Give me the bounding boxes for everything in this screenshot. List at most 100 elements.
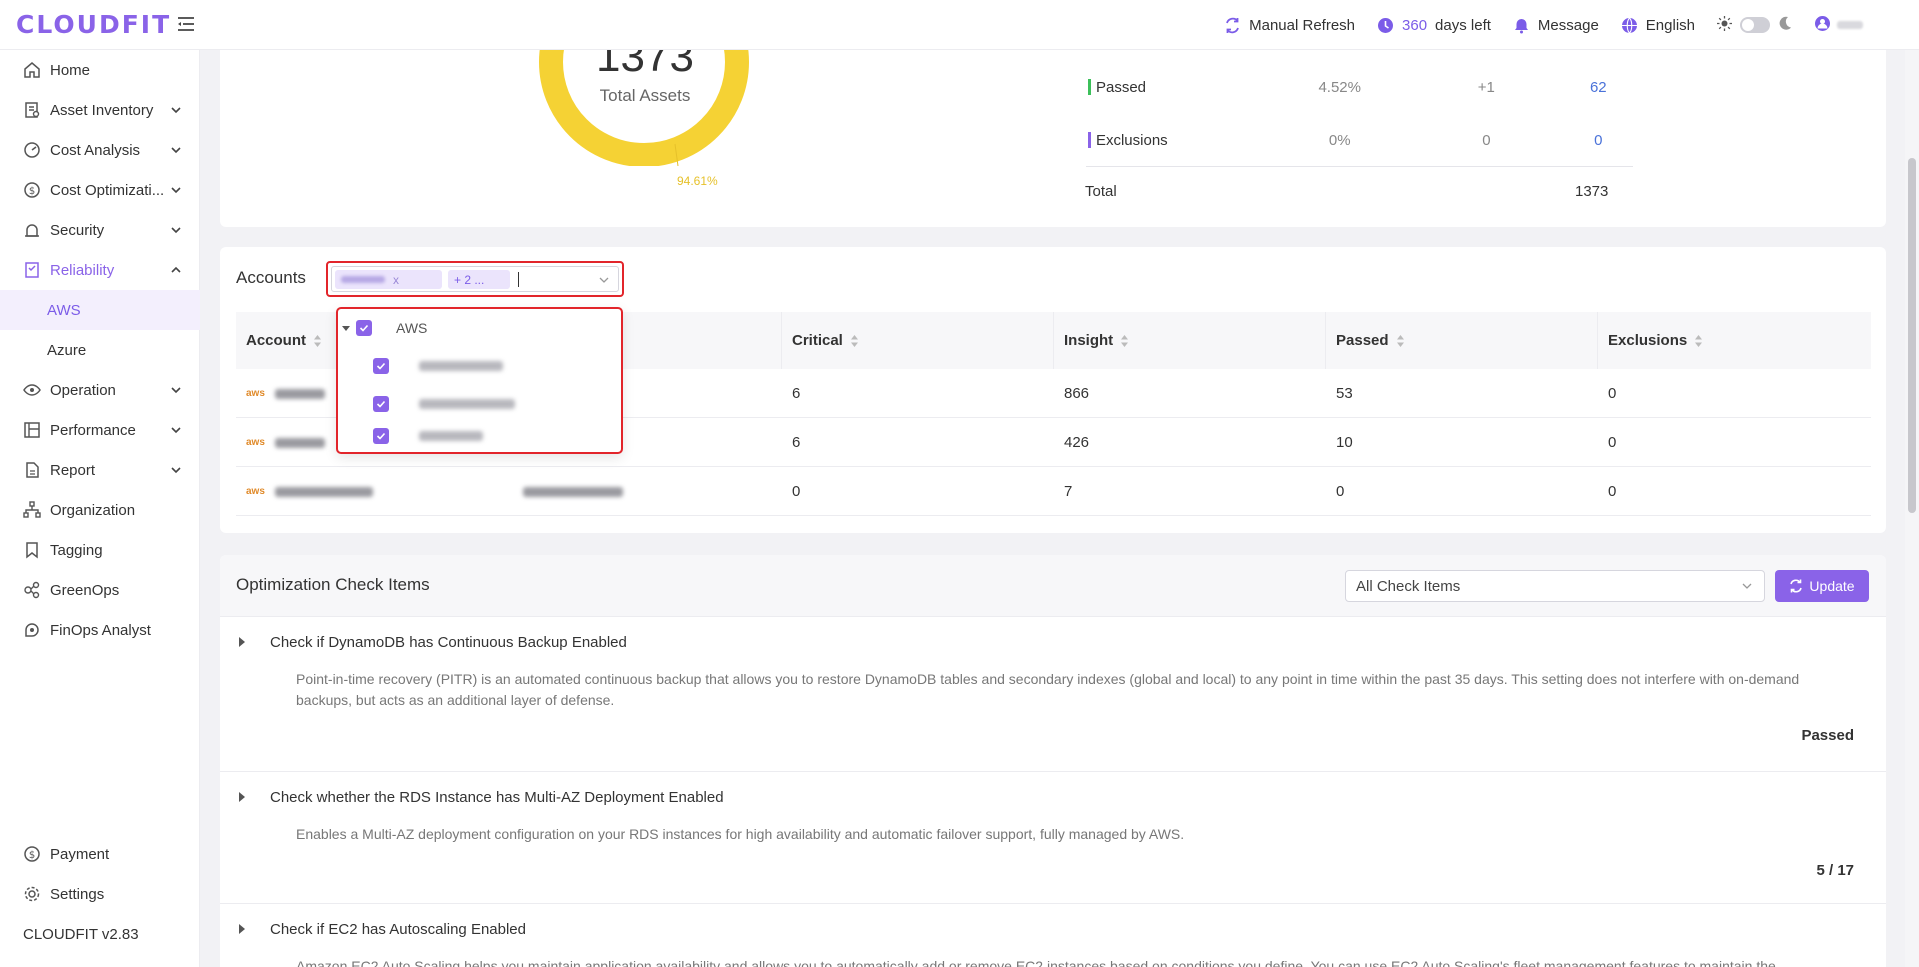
checkbox-checked[interactable]	[373, 428, 389, 444]
tag-close-icon[interactable]: x	[393, 273, 399, 287]
sidebar-item-reliability[interactable]: Reliability	[0, 250, 200, 290]
sidebar-item-payment[interactable]: $ Payment	[0, 834, 200, 874]
filter-selected-value: All Check Items	[1356, 577, 1461, 595]
summary-row-count[interactable]: 0	[1564, 132, 1633, 149]
manual-refresh-button[interactable]: Manual Refresh	[1224, 17, 1355, 34]
eye-icon	[23, 381, 41, 399]
chevron-down-icon[interactable]	[599, 275, 609, 285]
check-item-title[interactable]: Check whether the RDS Instance has Multi…	[270, 789, 724, 806]
check-item-rds[interactable]: Check whether the RDS Instance has Multi…	[220, 772, 1886, 904]
sidebar-subitem-azure[interactable]: Azure	[0, 330, 200, 370]
sort-icon[interactable]	[1120, 334, 1129, 348]
column-header-insight[interactable]: Insight	[1064, 312, 1129, 369]
message-label: Message	[1537, 16, 1599, 34]
caret-down-icon[interactable]	[342, 324, 350, 332]
sidebar-item-finops-analyst[interactable]: FinOps Analyst	[0, 610, 200, 650]
checkbox-checked[interactable]	[373, 358, 389, 374]
expand-arrow-icon[interactable]	[239, 924, 245, 934]
summary-row-delta: +1	[1477, 78, 1495, 96]
summary-card	[220, 50, 1886, 227]
column-header-passed[interactable]: Passed	[1336, 312, 1405, 369]
app-logo[interactable]: CLOUDFIT	[16, 10, 171, 39]
report-icon	[23, 461, 41, 479]
column-divider	[1597, 312, 1598, 369]
optimization-title: Optimization Check Items	[236, 575, 430, 594]
sidebar-item-cost-optimization[interactable]: $ Cost Optimizati...	[0, 170, 200, 210]
check-item-ec2[interactable]: Check if EC2 has Autoscaling Enabled Ama…	[220, 904, 1886, 967]
column-header-critical[interactable]: Critical	[792, 312, 859, 369]
option-label-redacted	[419, 361, 503, 371]
chevron-down-icon	[171, 227, 181, 234]
check-items-filter[interactable]: All Check Items	[1345, 570, 1765, 602]
option-label-redacted	[419, 399, 515, 409]
critical-cell: 0	[792, 483, 801, 500]
checkbox-checked[interactable]	[356, 320, 372, 336]
column-header-exclusions[interactable]: Exclusions	[1608, 312, 1703, 369]
expand-arrow-icon[interactable]	[239, 792, 245, 802]
accounts-title: Accounts	[236, 268, 306, 287]
svg-text:$: $	[29, 850, 35, 861]
theme-toggle[interactable]	[1717, 15, 1792, 35]
dropdown-option[interactable]	[338, 347, 621, 385]
refresh-icon	[1224, 17, 1241, 34]
sidebar-item-home[interactable]: Home	[0, 50, 200, 90]
sort-icon[interactable]	[1396, 334, 1405, 348]
summary-row-pct: 4.52%	[1318, 78, 1361, 96]
aws-logo-icon: aws	[246, 486, 265, 497]
summary-row-exclusions: Exclusions 0% 0 0	[1088, 125, 1633, 155]
sidebar-item-asset-inventory[interactable]: Asset Inventory	[0, 90, 200, 130]
sidebar-item-cost-analysis[interactable]: Cost Analysis	[0, 130, 200, 170]
user-menu[interactable]	[1814, 15, 1863, 36]
sort-icon[interactable]	[1694, 334, 1703, 348]
update-button[interactable]: Update	[1775, 570, 1869, 602]
more-tags-badge[interactable]: + 2 ...	[448, 270, 510, 289]
sidebar-subitem-aws[interactable]: AWS	[0, 290, 200, 330]
exclusions-cell: 0	[1608, 483, 1617, 500]
check-item-title[interactable]: Check if EC2 has Autoscaling Enabled	[270, 921, 526, 938]
sidebar-item-tagging[interactable]: Tagging	[0, 530, 200, 570]
license-days: 360 days left	[1377, 17, 1491, 34]
language-selector[interactable]: English	[1621, 17, 1695, 34]
accounts-multiselect[interactable]: x + 2 ...	[331, 266, 619, 292]
insight-cell: 426	[1064, 434, 1090, 451]
account-tag[interactable]: x	[335, 270, 442, 289]
checkbox-checked[interactable]	[373, 396, 389, 412]
gear-icon	[23, 885, 41, 903]
chevron-down-icon	[1742, 583, 1752, 589]
scrollbar-thumb[interactable]	[1908, 158, 1916, 513]
globe-icon	[1621, 17, 1638, 34]
check-item-description: Point-in-time recovery (PITR) is an auto…	[296, 671, 1800, 708]
sidebar-item-report[interactable]: Report	[0, 450, 200, 490]
check-item-description: Enables a Multi-AZ deployment configurat…	[296, 826, 1185, 842]
sort-icon[interactable]	[313, 334, 322, 348]
sidebar-item-organization[interactable]: Organization	[0, 490, 200, 530]
expand-arrow-icon[interactable]	[239, 637, 245, 647]
bell-icon	[1513, 17, 1530, 34]
sidebar-item-settings[interactable]: Settings	[0, 874, 200, 914]
column-divider	[1325, 312, 1326, 369]
account-tag-redacted	[341, 276, 385, 283]
sidebar-item-operation[interactable]: Operation	[0, 370, 200, 410]
sidebar-item-label: Organization	[50, 501, 136, 519]
sidebar-item-performance[interactable]: Performance	[0, 410, 200, 450]
summary-row-count[interactable]: 62	[1564, 79, 1633, 96]
update-label: Update	[1809, 578, 1855, 594]
sidebar-item-greenops[interactable]: GreenOps	[0, 570, 200, 610]
dropdown-option[interactable]	[338, 417, 621, 455]
column-header-account[interactable]: Account	[246, 312, 322, 369]
table-row[interactable]: aws 0 7 0 0	[236, 467, 1871, 516]
passed-cell: 10	[1336, 434, 1353, 451]
exclusions-cell: 0	[1608, 385, 1617, 402]
check-item-title[interactable]: Check if DynamoDB has Continuous Backup …	[270, 634, 627, 651]
tag-icon	[23, 541, 41, 559]
theme-switch[interactable]	[1740, 17, 1770, 33]
check-item-description: Amazon EC2 Auto Scaling helps you mainta…	[296, 958, 1776, 967]
page-scrollbar[interactable]	[1905, 50, 1919, 967]
message-button[interactable]: Message	[1513, 17, 1599, 34]
check-item-dynamodb[interactable]: Check if DynamoDB has Continuous Backup …	[220, 617, 1886, 772]
sort-icon[interactable]	[850, 334, 859, 348]
menu-toggle-icon[interactable]	[176, 14, 196, 34]
dropdown-group-aws[interactable]: AWS	[338, 309, 621, 347]
sidebar-item-security[interactable]: Security	[0, 210, 200, 250]
organization-icon	[23, 501, 41, 519]
